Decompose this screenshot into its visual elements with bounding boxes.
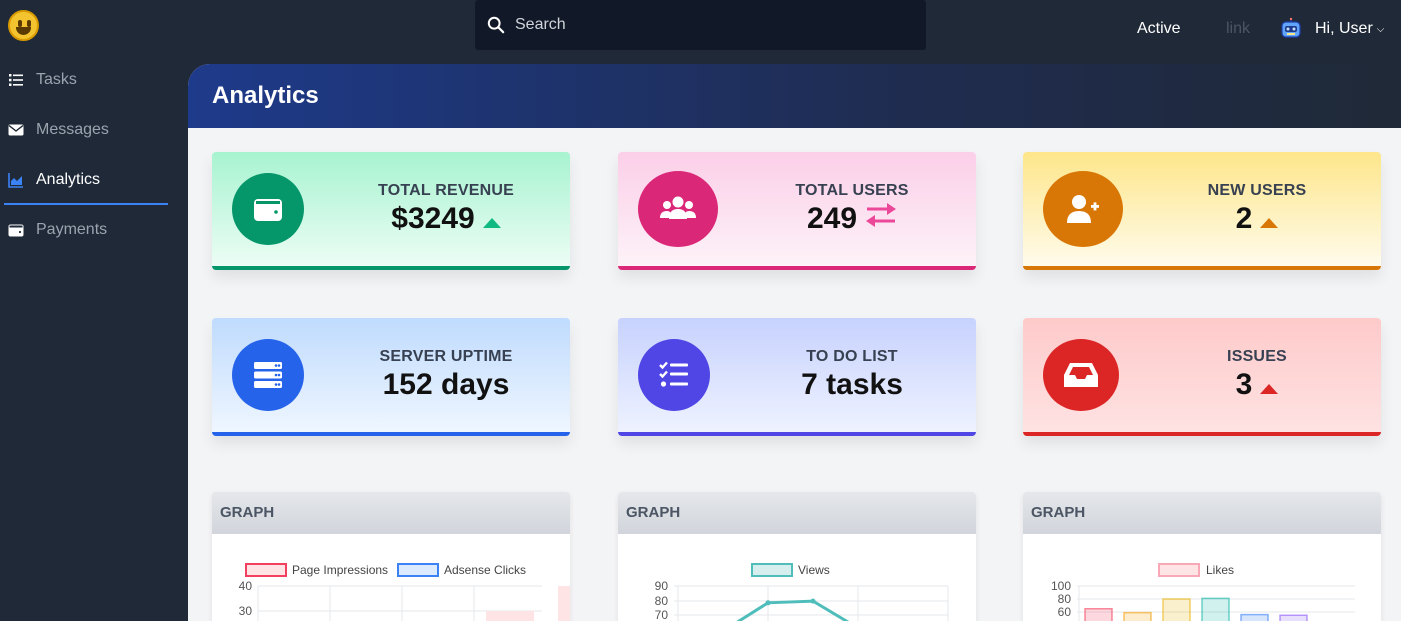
bar: [486, 611, 534, 621]
chart-views: Views 90 80 70: [655, 563, 949, 621]
envelope-icon: [8, 124, 24, 136]
sidebar-item-analytics[interactable]: Analytics: [0, 155, 188, 205]
stat-label: TO DO LIST: [806, 348, 898, 365]
wallet-icon: [8, 224, 24, 237]
stat-value: 3: [1235, 368, 1253, 401]
wallet-icon: [232, 173, 304, 245]
sidebar-item-tasks[interactable]: Tasks: [0, 55, 188, 105]
sidebar-item-payments[interactable]: Payments: [0, 205, 188, 255]
stat-value: $3249: [391, 202, 475, 235]
stat-label: TOTAL USERS: [795, 182, 909, 199]
graph-title: GRAPH: [618, 492, 976, 534]
inbox-icon: [1043, 339, 1119, 411]
stat-label: TOTAL REVENUE: [378, 182, 514, 199]
y-tick: 100: [1051, 579, 1071, 593]
stat-card-server-uptime: SERVER UPTIME 152 days: [212, 318, 570, 436]
caret-up-icon: [1260, 202, 1279, 236]
graph-card-1: GRAPH Page Impressions Adsense Clicks 40…: [212, 492, 570, 621]
list-icon: [9, 74, 23, 86]
chart-area-icon: [8, 173, 23, 188]
nav-link-active[interactable]: Active: [1137, 20, 1181, 38]
sidebar-item-messages[interactable]: Messages: [0, 105, 188, 155]
robot-avatar-icon: [1279, 17, 1303, 41]
stat-card-new-users: NEW USERS 2: [1023, 152, 1381, 270]
caret-up-icon: [1260, 368, 1279, 402]
stat-value: 7 tasks: [801, 368, 903, 401]
bar: [1201, 597, 1230, 621]
stat-value: 2: [1235, 202, 1253, 235]
legend-label: Views: [798, 563, 830, 577]
y-tick: 60: [1058, 605, 1072, 619]
y-tick: 70: [655, 608, 669, 621]
caret-up-icon: [482, 202, 501, 236]
tasks-icon: [638, 339, 710, 411]
server-icon: [232, 339, 304, 411]
graph-card-2: GRAPH Views 90 80 70: [618, 492, 976, 621]
sidebar-item-label: Messages: [36, 121, 109, 138]
user-greeting: Hi, User: [1315, 20, 1373, 37]
exchange-icon: [865, 202, 897, 236]
data-point: [765, 600, 771, 606]
bar: [1084, 608, 1113, 621]
sidebar: Tasks Messages Analytics Payments: [0, 55, 188, 255]
search-icon: [487, 16, 505, 34]
y-tick: 90: [655, 579, 669, 593]
search-bar: [475, 0, 926, 50]
legend-swatch: [1158, 563, 1200, 577]
y-tick: 80: [655, 594, 669, 608]
stat-card-total-users: TOTAL USERS 249: [618, 152, 976, 270]
legend-swatch: [397, 563, 439, 577]
legend-swatch: [245, 563, 287, 577]
user-menu[interactable]: Hi, User ⌵: [1279, 17, 1384, 41]
chart-page-impressions-adsense: Page Impressions Adsense Clicks 40 30: [239, 563, 570, 621]
bar: [1240, 613, 1269, 621]
data-point: [810, 598, 816, 604]
legend-label: Adsense Clicks: [444, 563, 526, 577]
users-icon: [638, 171, 718, 247]
bar: [1162, 598, 1191, 621]
stat-value: 152 days: [382, 368, 510, 401]
y-tick: 30: [239, 604, 253, 618]
user-plus-icon: [1043, 171, 1123, 247]
sidebar-item-label: Payments: [36, 221, 108, 238]
sidebar-item-label: Analytics: [36, 171, 101, 188]
y-tick: 40: [239, 579, 253, 593]
main-content: Analytics TOTAL REVENUE $3249 TOTAL USER…: [188, 64, 1401, 621]
stat-card-total-revenue: TOTAL REVENUE $3249: [212, 152, 570, 270]
stat-card-todo-list: TO DO LIST 7 tasks: [618, 318, 976, 436]
legend-label: Likes: [1206, 563, 1234, 577]
stat-label: ISSUES: [1227, 348, 1287, 365]
sidebar-item-label: Tasks: [36, 71, 77, 88]
legend-label: Page Impressions: [292, 563, 388, 577]
series-line: [736, 599, 850, 621]
chart-likes: Likes 100 80 60: [1051, 563, 1355, 621]
graph-title: GRAPH: [212, 492, 570, 534]
graph-card-3: GRAPH Likes 100 80 60: [1023, 492, 1381, 621]
nav-link-link[interactable]: link: [1226, 20, 1250, 38]
bar: [1123, 611, 1152, 621]
stat-label: NEW USERS: [1207, 182, 1307, 199]
bar: [1279, 614, 1308, 621]
bar: [558, 586, 570, 621]
stat-card-issues: ISSUES 3: [1023, 318, 1381, 436]
search-input[interactable]: [515, 16, 895, 34]
app-logo-smiley-icon[interactable]: [8, 10, 39, 41]
stat-value: 249: [806, 202, 858, 235]
stat-label: SERVER UPTIME: [379, 348, 513, 365]
page-title: Analytics: [188, 64, 1401, 128]
legend-swatch: [751, 563, 793, 577]
chevron-down-icon: ⌵: [1376, 23, 1385, 35]
y-tick: 80: [1058, 592, 1072, 606]
graph-title: GRAPH: [1023, 492, 1381, 534]
